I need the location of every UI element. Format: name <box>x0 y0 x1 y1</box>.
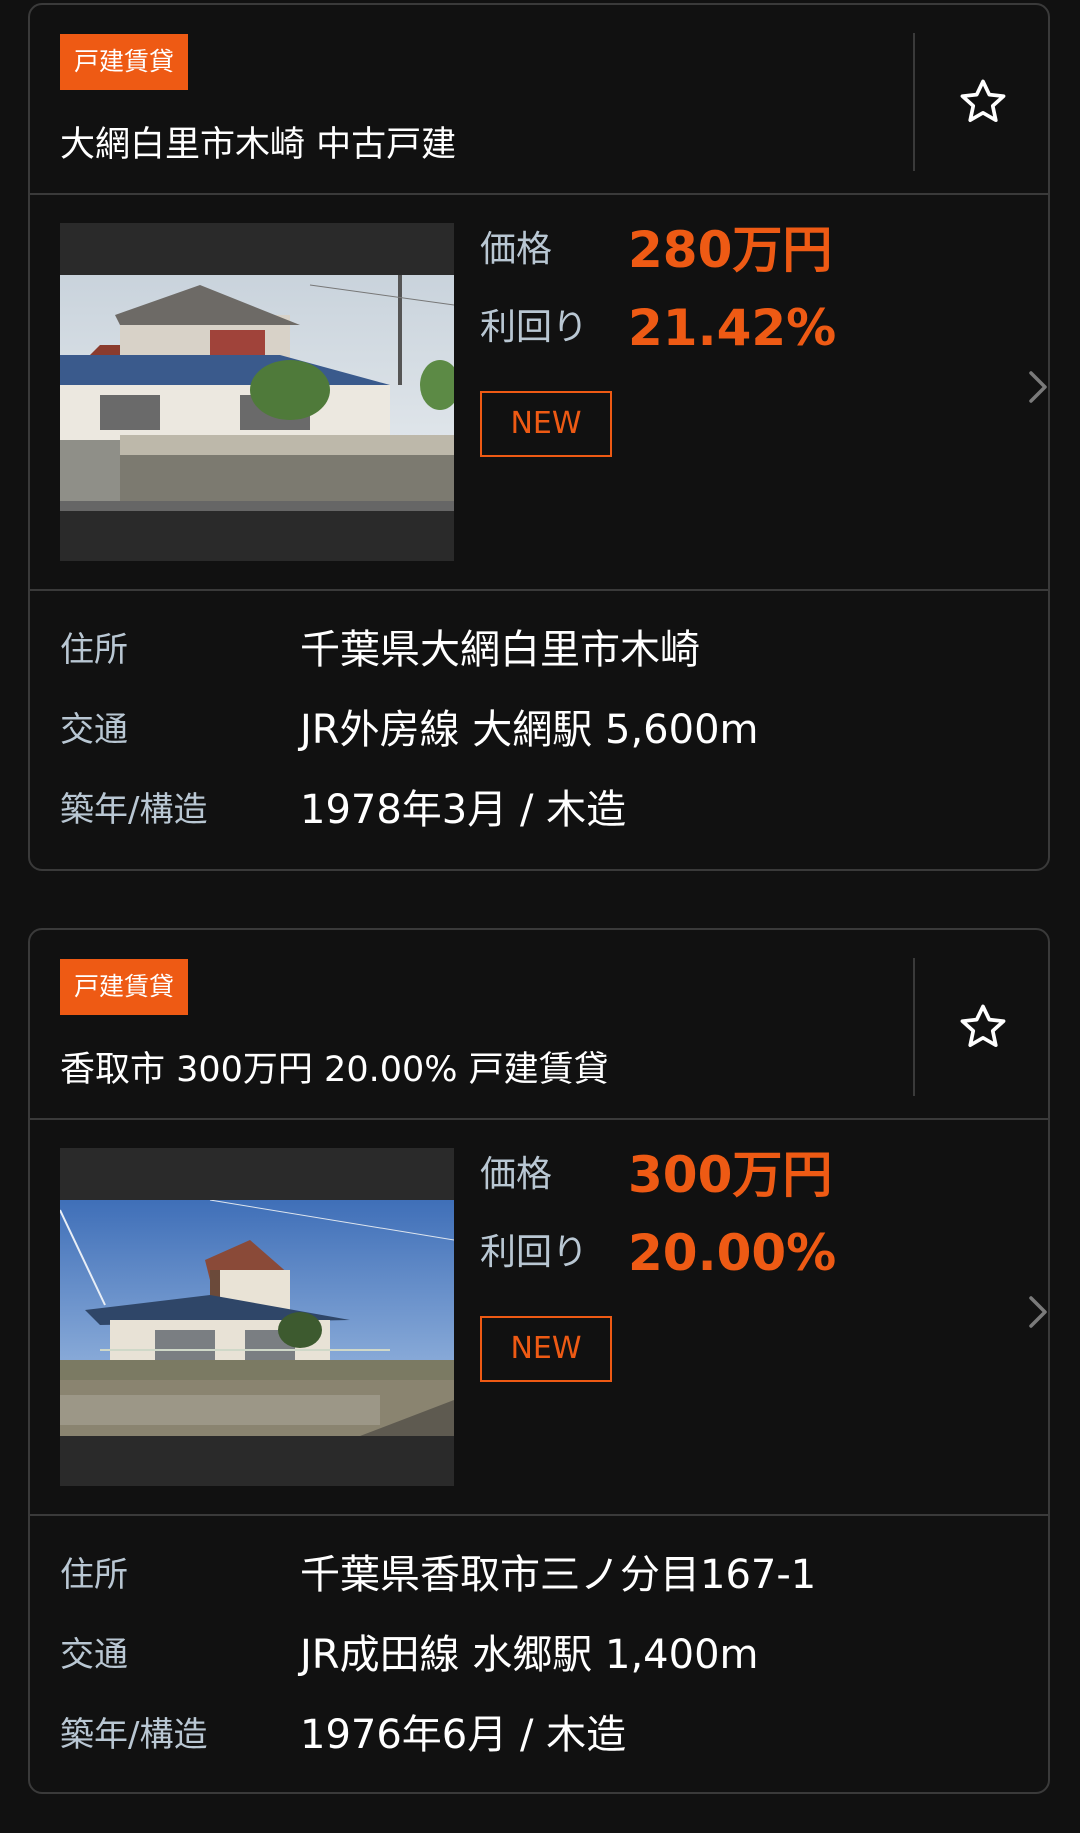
built-row: 築年/構造 1978年3月 / 木造 <box>60 775 1020 845</box>
yield-value: 21.42% <box>628 299 837 357</box>
address-label: 住所 <box>60 1555 128 1595</box>
price-value: 300万円 <box>628 1146 833 1204</box>
favorite-button[interactable] <box>915 958 1048 1096</box>
chevron-right-icon[interactable] <box>1026 367 1050 407</box>
yield-label: 利回り <box>480 1232 589 1273</box>
price-label: 価格 <box>480 229 553 270</box>
price-value: 280万円 <box>628 221 833 279</box>
category-badge: 戸建賃貸 <box>60 34 189 90</box>
address-value: 千葉県大網白里市木崎 <box>300 627 700 673</box>
address-row: 住所 千葉県大網白里市木崎 <box>60 615 1020 685</box>
card-header: 戸建賃貸 香取市 300万円 20.00% 戸建賃貸 <box>30 930 1048 1120</box>
built-label: 築年/構造 <box>60 790 208 830</box>
card-summary[interactable]: 価格 300万円 利回り 20.00% NEW <box>30 1120 1048 1516</box>
built-value: 1978年3月 / 木造 <box>300 787 627 833</box>
built-value: 1976年6月 / 木造 <box>300 1712 627 1758</box>
transport-label: 交通 <box>60 1635 128 1675</box>
transport-row: 交通 JR成田線 水郷駅 1,400m <box>60 1620 1020 1690</box>
house-photo-icon <box>60 1200 454 1436</box>
transport-value: JR外房線 大網駅 5,600m <box>300 707 759 753</box>
house-photo-icon <box>60 275 454 511</box>
star-outline-icon <box>960 1004 1005 1048</box>
property-title[interactable]: 大網白里市木崎 中古戸建 <box>60 117 456 173</box>
built-label: 築年/構造 <box>60 1715 208 1755</box>
card-header: 戸建賃貸 大網白里市木崎 中古戸建 <box>30 5 1048 195</box>
favorite-button[interactable] <box>915 33 1048 171</box>
price-label: 価格 <box>480 1154 553 1195</box>
property-card[interactable]: 戸建賃貸 香取市 300万円 20.00% 戸建賃貸 価格 300万円 利回り … <box>28 928 1050 1794</box>
address-value: 千葉県香取市三ノ分目167-1 <box>300 1552 817 1598</box>
card-summary[interactable]: 価格 280万円 利回り 21.42% NEW <box>30 195 1048 591</box>
built-row: 築年/構造 1976年6月 / 木造 <box>60 1700 1020 1770</box>
listing-page: 戸建賃貸 大網白里市木崎 中古戸建 価格 280万円 利回り 21.42% NE… <box>0 0 1080 1833</box>
star-outline-icon <box>960 79 1005 123</box>
yield-value: 20.00% <box>628 1224 837 1282</box>
chevron-right-icon[interactable] <box>1026 1292 1050 1332</box>
new-tag: NEW <box>480 1316 612 1382</box>
property-photo[interactable] <box>60 223 454 561</box>
new-tag: NEW <box>480 391 612 457</box>
address-label: 住所 <box>60 630 128 670</box>
transport-label: 交通 <box>60 710 128 750</box>
address-row: 住所 千葉県香取市三ノ分目167-1 <box>60 1540 1020 1610</box>
category-badge: 戸建賃貸 <box>60 959 189 1015</box>
card-details: 住所 千葉県大網白里市木崎 交通 JR外房線 大網駅 5,600m 築年/構造 … <box>30 591 1048 869</box>
card-details: 住所 千葉県香取市三ノ分目167-1 交通 JR成田線 水郷駅 1,400m 築… <box>30 1516 1048 1792</box>
transport-row: 交通 JR外房線 大網駅 5,600m <box>60 695 1020 765</box>
transport-value: JR成田線 水郷駅 1,400m <box>300 1632 759 1678</box>
property-card[interactable]: 戸建賃貸 大網白里市木崎 中古戸建 価格 280万円 利回り 21.42% NE… <box>28 3 1050 871</box>
property-title[interactable]: 香取市 300万円 20.00% 戸建賃貸 <box>60 1042 609 1098</box>
property-photo[interactable] <box>60 1148 454 1486</box>
yield-label: 利回り <box>480 307 589 348</box>
